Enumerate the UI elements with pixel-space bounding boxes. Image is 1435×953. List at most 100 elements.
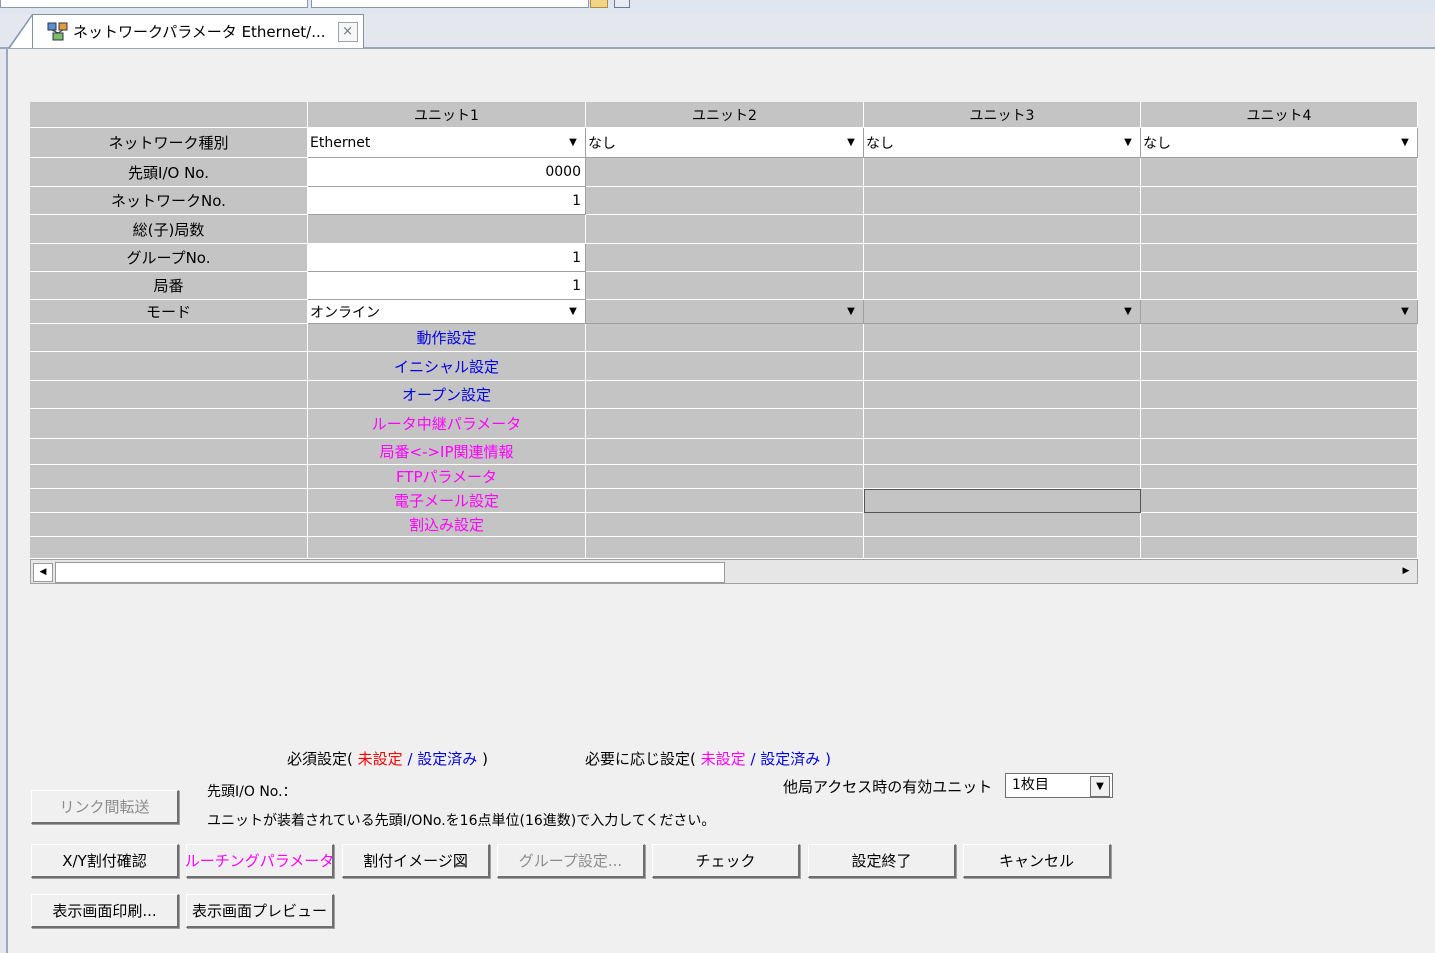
row-router-relay: ルータ中継パラメータ — [30, 409, 1418, 439]
cancel-button[interactable]: キャンセル — [963, 844, 1111, 878]
operation-settings-link[interactable]: 動作設定 — [308, 324, 586, 352]
required-legend-prefix: 必須設定( — [287, 750, 353, 768]
access-unit-value: 1枚目 — [1012, 777, 1049, 793]
toolbar-button-2[interactable] — [614, 0, 630, 8]
print-preview-button[interactable]: 表示画面プレビュー — [186, 894, 334, 928]
label-io-no: 先頭I/O No. — [30, 158, 308, 187]
station-ip-link[interactable]: 局番<->IP関連情報 — [308, 439, 586, 465]
toolbar-button[interactable] — [590, 0, 608, 8]
group-no-unit2-cell — [586, 244, 864, 272]
empty-cell — [864, 465, 1141, 489]
empty-label-cell — [30, 352, 308, 381]
network-type-unit4-value: なし — [1143, 135, 1171, 152]
access-unit-label: 他局アクセス時の有効ユニット — [783, 778, 993, 796]
toolbar-combo[interactable] — [0, 0, 308, 8]
network-no-unit3-cell — [864, 187, 1141, 215]
empty-cell — [1141, 324, 1418, 352]
chevron-down-icon[interactable]: ▼ — [843, 128, 859, 157]
mode-unit2-select[interactable]: ▼ — [586, 300, 864, 324]
close-icon[interactable]: × — [337, 21, 358, 42]
empty-cell — [586, 381, 864, 409]
router-relay-link[interactable]: ルータ中継パラメータ — [308, 409, 586, 439]
open-settings-link[interactable]: オープン設定 — [308, 381, 586, 409]
network-no-unit1-input[interactable]: 1 — [308, 187, 586, 215]
empty-cell — [586, 513, 864, 537]
empty-cell — [864, 489, 1141, 513]
chevron-down-icon[interactable]: ▼ — [1397, 128, 1413, 157]
row-initial-settings: イニシャル設定 — [30, 352, 1418, 381]
scrollbar-thumb[interactable] — [55, 562, 725, 583]
empty-cell — [1141, 409, 1418, 439]
mode-unit1-select[interactable]: オンライン ▼ — [308, 300, 586, 324]
empty-cell — [586, 489, 864, 513]
left-frame-edge — [0, 49, 8, 953]
empty-cell — [1141, 513, 1418, 537]
network-type-unit2-select[interactable]: なし ▼ — [586, 128, 864, 158]
group-settings-button[interactable]: グループ設定... — [497, 844, 645, 878]
help-title: 先頭I/O No.： — [207, 784, 297, 800]
xy-assign-button[interactable]: X/Y割付確認 — [31, 844, 179, 878]
row-network-type: ネットワーク種別 Ethernet ▼ なし ▼ なし ▼ なし ▼ — [30, 128, 1418, 158]
tab-network-parameter[interactable]: ネットワークパラメータ Ethernet/... × — [32, 14, 364, 48]
initial-settings-link[interactable]: イニシャル設定 — [308, 352, 586, 381]
row-io-no: 先頭I/O No. 0000 — [30, 158, 1418, 187]
io-no-unit4-cell — [1141, 158, 1418, 187]
row-interrupt: 割込み設定 — [30, 513, 1418, 537]
group-no-unit4-cell — [1141, 244, 1418, 272]
network-type-unit2-value: なし — [588, 135, 616, 152]
empty-cell — [1141, 439, 1418, 465]
total-stations-unit1-cell — [308, 215, 586, 244]
link-transfer-button[interactable]: リンク間転送 — [31, 790, 179, 824]
empty-cell — [586, 324, 864, 352]
network-type-unit4-select[interactable]: なし ▼ — [1141, 128, 1418, 158]
station-no-unit1-input[interactable]: 1 — [308, 272, 586, 300]
routing-parameter-button[interactable]: ルーチングパラメータ — [185, 844, 334, 878]
required-set-legend: 設定済み — [417, 750, 478, 768]
chevron-down-icon[interactable]: ▼ — [565, 128, 581, 157]
chevron-down-icon[interactable]: ▼ — [1397, 300, 1413, 323]
network-icon — [47, 22, 68, 40]
io-no-unit1-input[interactable]: 0000 — [308, 158, 586, 187]
corner-cell — [30, 102, 308, 128]
empty-cell — [864, 324, 1141, 352]
group-no-unit3-cell — [864, 244, 1141, 272]
mode-unit4-select[interactable]: ▼ — [1141, 300, 1418, 324]
chevron-down-icon[interactable]: ▼ — [843, 300, 859, 323]
print-screen-button[interactable]: 表示画面印刷... — [31, 894, 179, 928]
finish-settings-button[interactable]: 設定終了 — [808, 844, 956, 878]
network-type-unit3-select[interactable]: なし ▼ — [864, 128, 1141, 158]
tab-title: ネットワークパラメータ Ethernet/... — [73, 23, 326, 41]
empty-label-cell — [30, 324, 308, 352]
empty-label-cell — [30, 439, 308, 465]
required-unset-legend: 未設定 — [357, 750, 403, 768]
legend-separator: / — [407, 750, 413, 768]
row-operation-settings: 動作設定 — [30, 324, 1418, 352]
chevron-down-icon[interactable]: ▼ — [565, 300, 581, 323]
check-button[interactable]: チェック — [652, 844, 800, 878]
email-settings-link[interactable]: 電子メール設定 — [308, 489, 586, 513]
assign-image-button[interactable]: 割付イメージ図 — [342, 844, 490, 878]
chevron-down-icon[interactable]: ▼ — [1120, 300, 1136, 323]
ftp-parameter-link[interactable]: FTPパラメータ — [308, 465, 586, 489]
group-no-unit1-input[interactable]: 1 — [308, 244, 586, 272]
chevron-down-icon[interactable]: ▼ — [1120, 128, 1136, 157]
total-stations-unit3-cell — [864, 215, 1141, 244]
empty-label-cell — [30, 489, 308, 513]
scroll-right-icon[interactable]: ▶ — [1397, 563, 1415, 580]
io-no-unit3-cell — [864, 158, 1141, 187]
row-email: 電子メール設定 — [30, 489, 1418, 513]
empty-cell — [864, 409, 1141, 439]
row-station-no: 局番 1 — [30, 272, 1418, 300]
chevron-down-icon[interactable]: ▼ — [1090, 776, 1110, 797]
mode-unit3-select[interactable]: ▼ — [864, 300, 1141, 324]
access-unit-select[interactable]: 1枚目 ▼ — [1005, 773, 1113, 798]
row-station-ip: 局番<->IP関連情報 — [30, 439, 1418, 465]
scroll-left-icon[interactable]: ◀ — [33, 563, 53, 582]
horizontal-scrollbar[interactable]: ◀ ▶ — [30, 559, 1418, 584]
toolbar-combo-2[interactable] — [311, 0, 589, 8]
row-ftp: FTPパラメータ — [30, 465, 1418, 489]
network-type-unit1-select[interactable]: Ethernet ▼ — [308, 128, 586, 158]
empty-cell — [586, 537, 864, 559]
label-mode: モード — [30, 300, 308, 324]
interrupt-settings-link[interactable]: 割込み設定 — [308, 513, 586, 537]
